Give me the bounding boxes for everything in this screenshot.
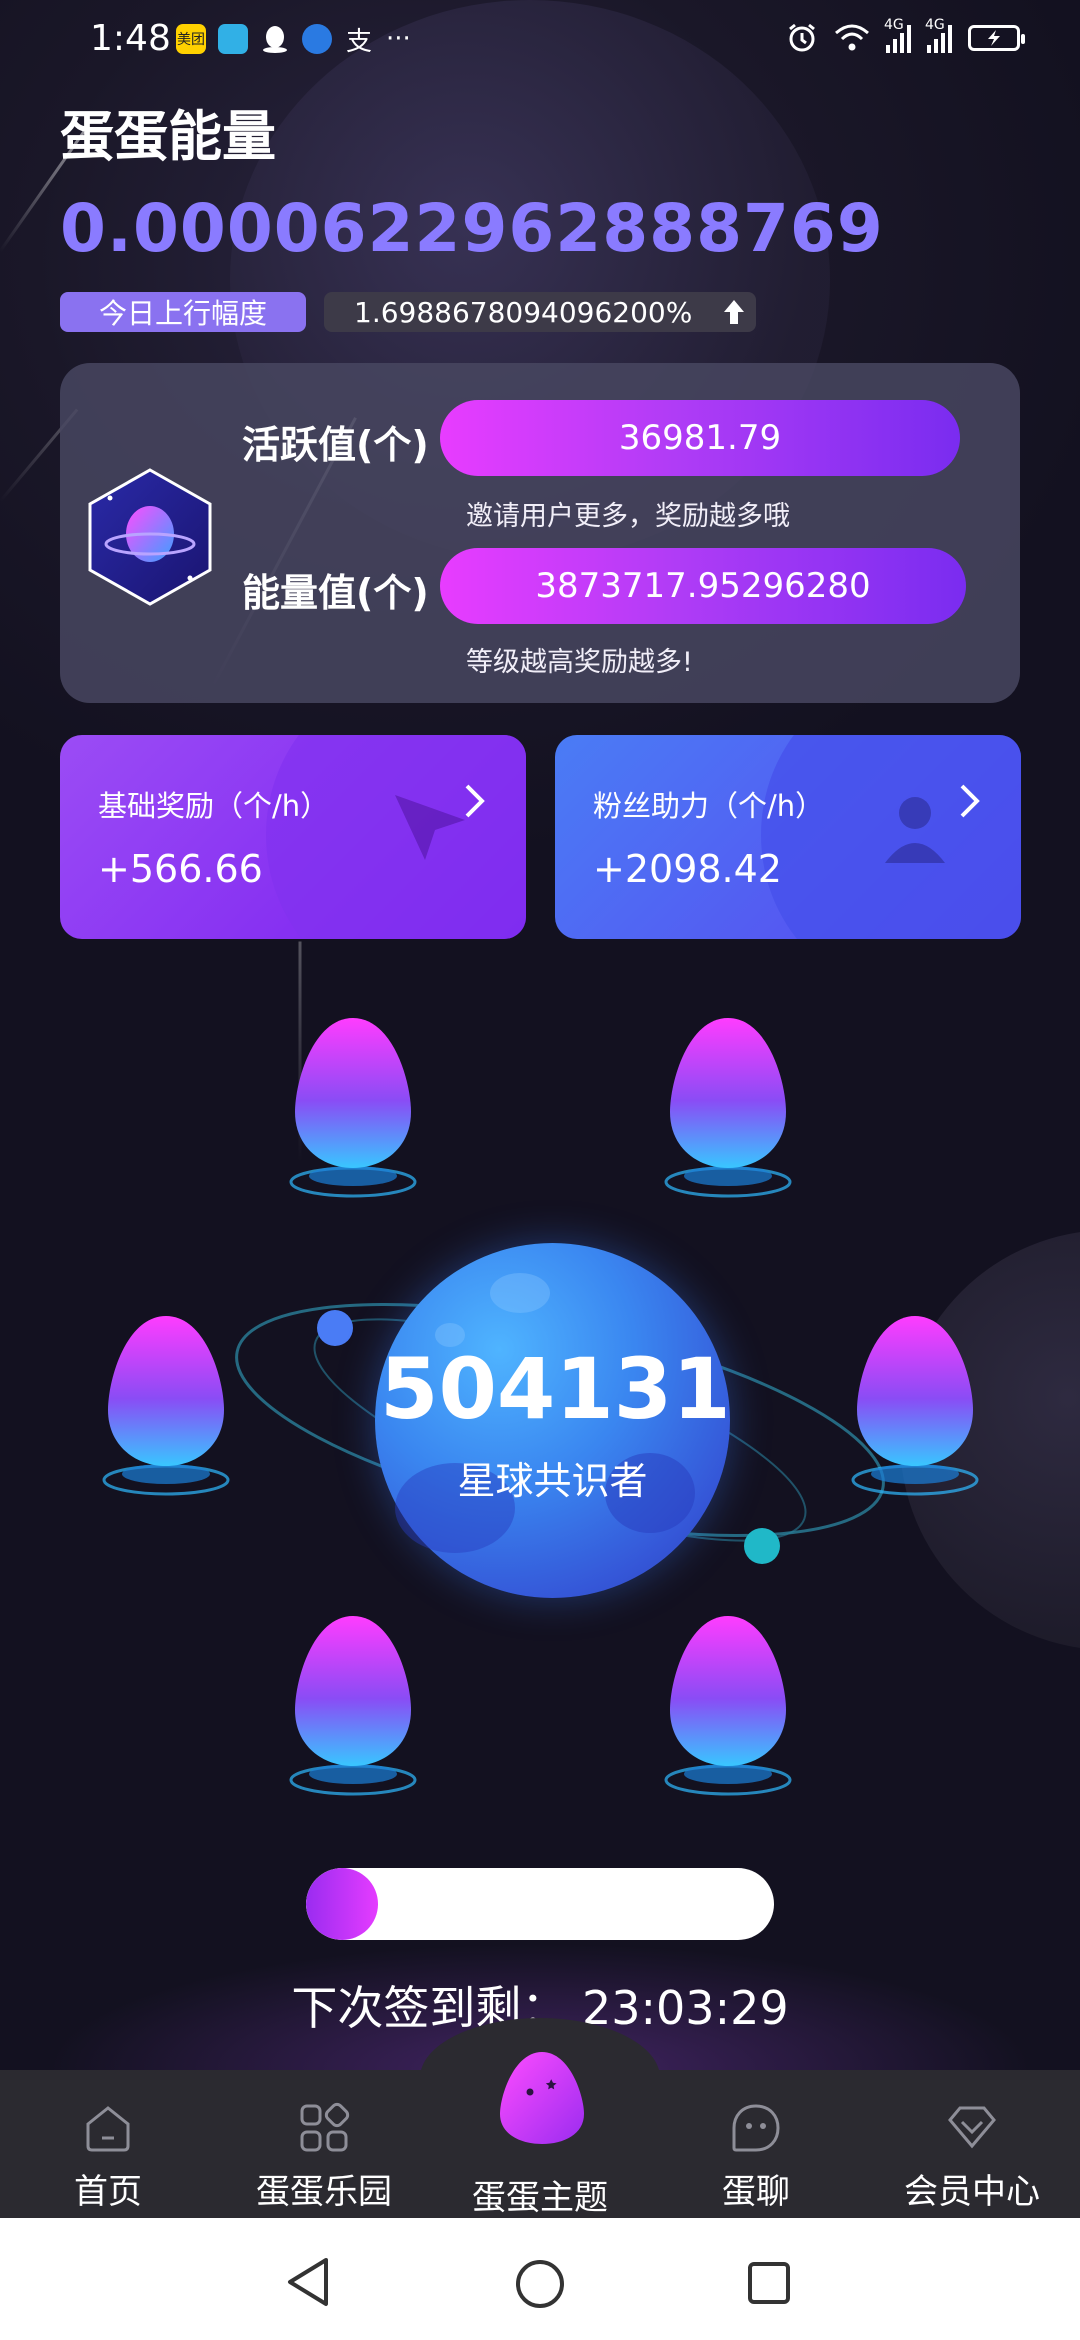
checkin-progress-fill [306,1868,378,1940]
checkin-progress-bar [306,1868,774,1940]
system-navigation-bar [0,2218,1080,2340]
home-button-icon[interactable] [514,2258,566,2310]
system-status-icons: 4G 4G [786,17,1025,54]
fans-boost-card[interactable]: 粉丝助力（个/h） +2098.42 [555,735,1021,939]
basic-reward-value: +566.66 [98,847,263,891]
activity-hint: 邀请用户更多，奖励越多哦 [466,501,790,532]
meituan-app-icon: 美团 [176,24,206,54]
chevron-right-icon [465,784,485,818]
activity-label: 活跃值(个) [242,423,429,467]
nav-item-park[interactable]: 蛋蛋乐园 [224,2100,424,2213]
chat-face-icon [732,2104,780,2152]
activity-value-pill: 36981.79 [440,400,960,476]
qq-icon [260,24,290,54]
energy-egg[interactable] [283,1610,423,1800]
grid-apps-icon [300,2102,350,2152]
basic-reward-title: 基础奖励（个/h） [98,789,330,823]
daily-rise-label: 今日上行幅度 [60,292,306,332]
nav-label: 首页 [74,2172,142,2212]
back-icon[interactable] [284,2256,332,2308]
app-icon-2 [218,24,248,54]
fans-boost-title: 粉丝助力（个/h） [593,789,825,823]
home-icon [86,2106,130,2152]
daily-rise-value: 1.6988678094096200% [354,295,693,329]
energy-value-pill: 3873717.95296280 [440,548,966,624]
basic-reward-card[interactable]: 基础奖励（个/h） +566.66 [60,735,526,939]
energy-total-value: 0.0000622962888769 [60,190,884,267]
daily-rise-value-chip: 1.6988678094096200% [324,292,756,332]
alipay-icon: 支 [345,26,372,57]
nav-item-member[interactable]: 会员中心 [872,2100,1072,2213]
nav-item-home[interactable]: 首页 [8,2100,208,2213]
energy-egg[interactable] [96,1310,236,1500]
energy-egg[interactable] [658,1012,798,1202]
egg-mascot-icon[interactable] [496,2048,588,2148]
arrow-up-icon [724,300,744,324]
energy-label: 能量值(个) [242,571,429,615]
wifi-icon [835,24,869,51]
energy-egg[interactable] [283,1012,423,1202]
nav-label: 蛋蛋乐园 [256,2172,392,2212]
signal-icon: 4G [925,17,952,53]
alarm-icon [789,23,815,52]
recents-icon[interactable] [746,2260,792,2306]
page-title: 蛋蛋能量 [60,105,276,168]
nav-label: 会员中心 [904,2172,1040,2212]
diamond-icon [948,2106,996,2149]
energy-hint: 等级越高奖励越多! [466,647,693,678]
energy-egg[interactable] [658,1610,798,1800]
battery-icon [968,25,1025,51]
energy-egg[interactable] [845,1310,985,1500]
status-time: 1:48 [90,18,171,59]
nav-label: 蛋聊 [722,2172,790,2212]
planet-badge-icon [88,468,212,606]
consensus-label: 星球共识者 [457,1459,648,1503]
app-icon-4 [302,24,332,54]
nav-item-theme[interactable]: 蛋蛋主题 [440,2170,640,2219]
send-arrow-icon [395,795,465,860]
signal-icon: 4G [884,17,911,53]
consensus-count: 504131 [380,1340,731,1438]
user-icon [885,797,945,863]
fans-boost-value: +2098.42 [593,847,782,891]
more-notifications-icon: ··· [386,24,411,54]
chevron-right-icon [960,784,980,818]
notification-icons: 美团 支 ··· [176,24,411,57]
nav-item-chat[interactable]: 蛋聊 [656,2100,856,2213]
status-bar: 1:48 美团 支 ··· 4G 4G [0,0,1080,84]
